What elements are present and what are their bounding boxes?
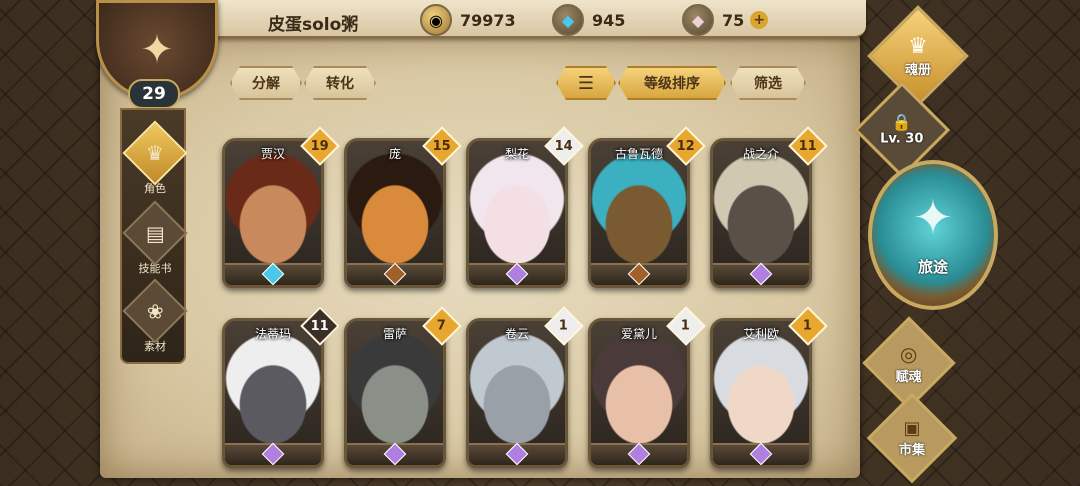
hero-card[interactable]: 法蒂玛 (222, 318, 324, 468)
convert-button[interactable]: 转化 (304, 66, 376, 100)
soul-book-icon: ♛ (908, 33, 928, 59)
hero-level: 11 (310, 318, 330, 334)
player-level: 29 (128, 79, 180, 109)
nav-item-characters[interactable]: ♛ 角色 (122, 120, 188, 196)
nav-item-materials[interactable]: ❀ 素材 (122, 278, 188, 354)
hero-level: 1 (559, 318, 569, 334)
currency-gold: ◉ 79973 (420, 4, 516, 36)
hero-card[interactable]: 贾汉 (222, 138, 324, 288)
left-nav: ♛ 角色 ▤ 技能书 ❀ 素材 (120, 108, 188, 364)
sort-lines-icon: ☰ (577, 72, 595, 94)
hero-card[interactable]: 梨花 (466, 138, 568, 288)
hero-level: 1 (681, 318, 691, 334)
player-name: 皮蛋solo粥 (268, 15, 359, 35)
fuhun-label: 赋魂 (895, 369, 923, 385)
decompose-button[interactable]: 分解 (230, 66, 302, 100)
hero-level: 15 (432, 138, 452, 154)
materials-icon: ❀ (122, 278, 188, 344)
hero-card[interactable]: 战之介 (710, 138, 812, 288)
spiral-icon: ◎ (900, 341, 918, 366)
sort-order-button[interactable]: ☰ (556, 66, 616, 100)
add-gem-icon[interactable]: + (750, 11, 769, 29)
hero-level: 19 (310, 138, 330, 154)
blue-crystal-icon: ◆ (552, 4, 584, 36)
market-label: 市集 (898, 442, 926, 458)
crystal-value: 945 (592, 10, 626, 30)
hero-card[interactable]: 雷萨 (344, 318, 446, 468)
lock-icon: 🔒 (892, 112, 912, 132)
nav-item-skill-books[interactable]: ▤ 技能书 (122, 200, 188, 276)
hero-card[interactable]: 艾利欧 (710, 318, 812, 468)
hero-level: 14 (554, 138, 574, 154)
hero-card[interactable]: 庞 (344, 138, 446, 288)
filter-button[interactable]: 筛选 (730, 66, 806, 100)
character-icon: ♛ (122, 120, 188, 186)
market-icon: ▣ (903, 417, 921, 439)
hero-level: 12 (676, 138, 696, 154)
currency-gem: ◆ 75 + (682, 4, 769, 36)
hero-card[interactable]: 古鲁瓦德 (588, 138, 690, 288)
gold-coin-icon: ◉ (420, 4, 452, 36)
hero-level: 7 (437, 318, 447, 334)
hero-level: 11 (798, 138, 818, 154)
hero-level: 1 (803, 318, 813, 334)
sort-by-level-button[interactable]: 等级排序 (618, 66, 726, 100)
journey-button[interactable]: ✦ 旅途 (868, 160, 998, 310)
gem-value: 75 (722, 10, 745, 30)
book-icon: ▤ (122, 200, 188, 266)
pink-gem-icon: ◆ (682, 4, 714, 36)
journey-label: 旅途 (917, 257, 948, 276)
soul-book-label: 魂册 (904, 62, 932, 78)
locked-level-label: Lv. 30 (880, 131, 924, 147)
hero-card[interactable]: 爱黛儿 (588, 318, 690, 468)
journey-emblem-icon: ✦ (912, 189, 954, 246)
currency-crystal: ◆ 945 (552, 4, 625, 36)
gold-value: 79973 (460, 10, 516, 30)
hero-card[interactable]: 卷云 (466, 318, 568, 468)
